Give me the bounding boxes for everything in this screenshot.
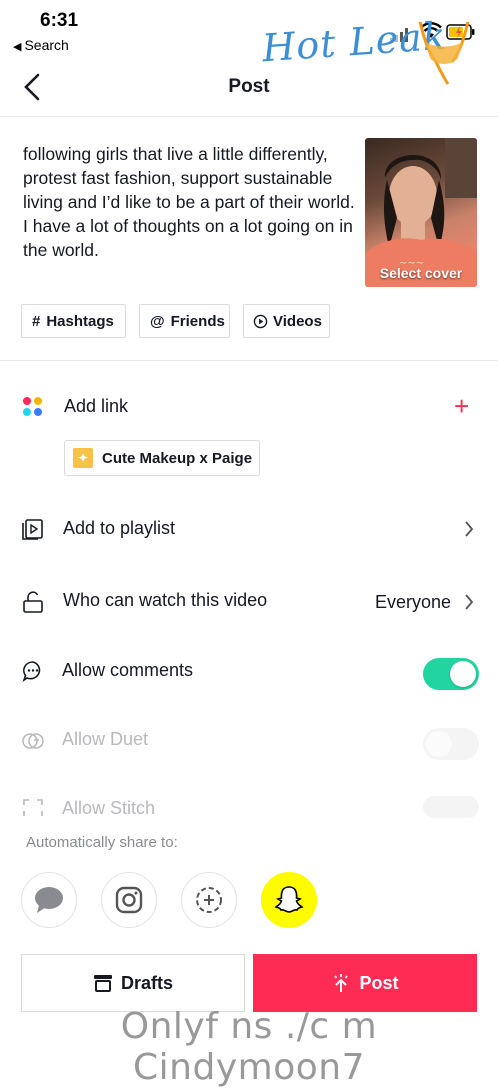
back-triangle-icon: ◀ xyxy=(13,41,22,53)
allow-duet-toggle[interactable] xyxy=(423,728,479,760)
allow-duet-label: Allow Duet xyxy=(62,729,149,749)
drafts-label: Drafts xyxy=(120,972,173,993)
stitch-icon xyxy=(23,799,43,816)
add-link-label: Add link xyxy=(64,396,129,416)
header-divider xyxy=(0,116,498,117)
allow-stitch-label: Allow Stitch xyxy=(62,798,156,818)
allow-comments-toggle[interactable] xyxy=(423,658,479,690)
toggle-knob xyxy=(426,731,452,757)
post-label: Post xyxy=(359,972,399,993)
watermark-footer-text: Onlyf ns ./c m Cindymoon7 xyxy=(120,1006,378,1088)
allow-comments-label: Allow comments xyxy=(62,660,194,680)
back-to-app-link[interactable]: ◀ Search xyxy=(13,37,69,53)
section-divider xyxy=(0,360,498,361)
who-can-watch-value: Everyone xyxy=(375,592,452,612)
post-button[interactable]: Post xyxy=(253,954,477,1012)
allow-stitch-toggle[interactable] xyxy=(423,796,479,818)
duet-icon xyxy=(22,733,44,749)
who-can-watch-label: Who can watch this video xyxy=(63,590,268,610)
back-app-label: Search xyxy=(24,37,69,53)
linked-effect-label: Cute Makeup x Paige xyxy=(102,449,253,467)
select-cover-button[interactable]: ~~~ Select cover xyxy=(365,138,477,287)
snapchat-ghost-icon xyxy=(274,886,304,913)
select-cover-label: Select cover xyxy=(379,265,463,281)
add-link-dots-icon xyxy=(23,397,42,416)
friends-label: Friends xyxy=(170,312,225,330)
add-story-icon xyxy=(196,887,222,913)
instagram-icon xyxy=(115,886,143,914)
share-messages-button[interactable] xyxy=(21,872,77,928)
videos-label: Videos xyxy=(273,312,322,330)
sparkle-icon: ✦ xyxy=(73,448,93,468)
at-sign-icon: @ xyxy=(150,312,165,330)
play-circle-icon xyxy=(253,314,268,328)
chevron-right-icon xyxy=(465,594,474,610)
chevron-right-icon xyxy=(465,521,474,537)
friends-button[interactable]: @ Friends xyxy=(139,304,230,338)
videos-button[interactable]: Videos xyxy=(243,304,330,338)
caption-input[interactable]: following girls that live a little diffe… xyxy=(23,142,358,262)
hash-icon: # xyxy=(32,312,41,330)
post-upload-icon xyxy=(334,974,349,992)
add-link-plus-icon[interactable]: + xyxy=(454,391,469,422)
add-to-playlist-label: Add to playlist xyxy=(63,518,176,538)
share-instagram-button[interactable] xyxy=(101,872,157,928)
toggle-knob xyxy=(450,661,476,687)
comment-bubble-icon xyxy=(22,661,41,682)
drafts-button[interactable]: Drafts xyxy=(21,954,245,1012)
auto-share-label: Automatically share to: xyxy=(26,834,178,851)
drafts-box-icon xyxy=(93,975,112,992)
message-bubble-icon xyxy=(35,887,63,913)
page-title: Post xyxy=(228,76,270,97)
share-add-story-button[interactable] xyxy=(181,872,237,928)
unlock-icon xyxy=(23,591,43,613)
hashtags-label: Hashtags xyxy=(46,312,114,330)
linked-effect-chip[interactable]: ✦ Cute Makeup x Paige xyxy=(64,440,260,476)
playlist-icon xyxy=(22,519,43,540)
hashtags-button[interactable]: # Hashtags xyxy=(21,304,126,338)
share-snapchat-button[interactable] xyxy=(261,872,317,928)
status-time: 6:31 xyxy=(40,10,79,31)
